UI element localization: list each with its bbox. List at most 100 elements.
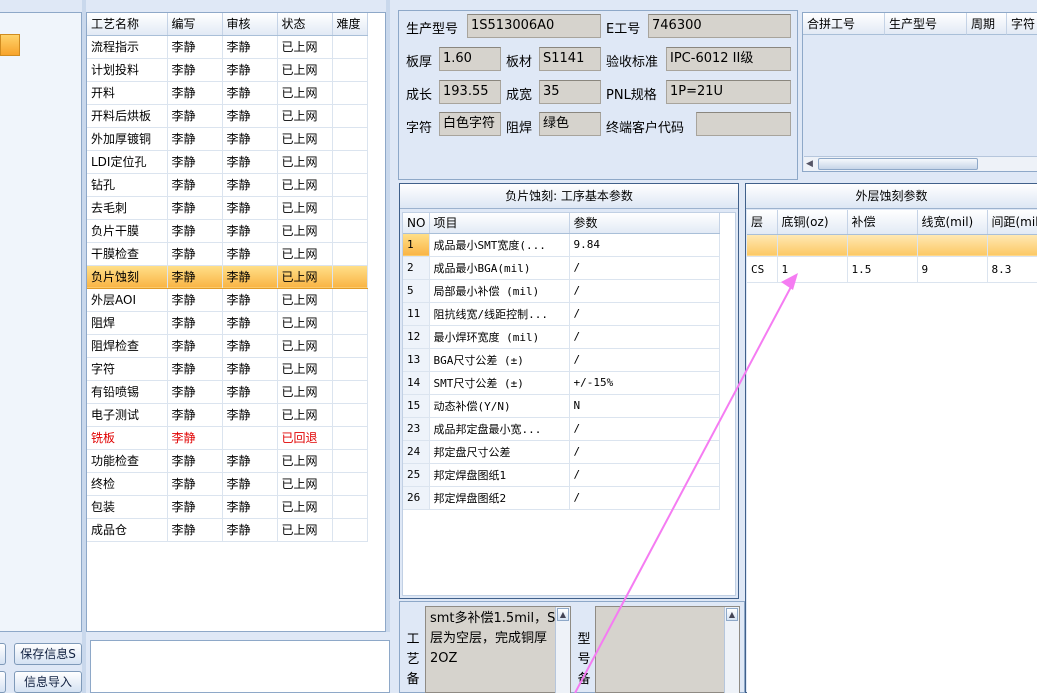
e-no-field[interactable]: 746300	[648, 14, 791, 38]
customer-code-field[interactable]	[696, 112, 791, 136]
width-field[interactable]: 35	[539, 80, 601, 104]
process-row[interactable]: 钻孔 李静 李静 已上网	[87, 173, 368, 197]
process-cell-4[interactable]	[332, 150, 368, 174]
model-remark-scrollbar[interactable]: ▲	[724, 607, 739, 693]
process-cell-3[interactable]: 已上网	[277, 150, 333, 174]
param-cell-0[interactable]: 24	[403, 440, 430, 464]
process-cell-1[interactable]: 李静	[167, 219, 223, 243]
process-cell-3[interactable]: 已上网	[277, 288, 333, 312]
param-cell-0[interactable]: 11	[403, 302, 430, 326]
param-cell-0[interactable]: 26	[403, 486, 430, 510]
process-cell-4[interactable]	[332, 380, 368, 404]
param-cell-2[interactable]: /	[569, 279, 720, 303]
process-cell-2[interactable]: 李静	[222, 150, 278, 174]
process-header-4[interactable]: 难度	[332, 13, 368, 36]
process-cell-3[interactable]: 已上网	[277, 104, 333, 128]
process-cell-0[interactable]: 阻焊	[87, 311, 168, 335]
process-cell-3[interactable]: 已上网	[277, 357, 333, 381]
process-cell-0[interactable]: 阻焊检查	[87, 334, 168, 358]
process-cell-3[interactable]: 已上网	[277, 127, 333, 151]
process-cell-4[interactable]	[332, 81, 368, 105]
process-cell-4[interactable]	[332, 472, 368, 496]
outer-cell-2[interactable]: 1.5	[847, 256, 918, 283]
param-header-1[interactable]: 项目	[429, 213, 570, 234]
process-cell-4[interactable]	[332, 288, 368, 312]
process-cell-1[interactable]: 李静	[167, 58, 223, 82]
process-cell-4[interactable]	[332, 173, 368, 197]
process-cell-0[interactable]: 负片蚀刻	[87, 265, 168, 289]
param-cell-1[interactable]: 邦定焊盘图纸2	[429, 486, 570, 510]
process-cell-4[interactable]	[332, 196, 368, 220]
param-cell-1[interactable]: 成品邦定盘最小宽...	[429, 417, 570, 441]
param-cell-1[interactable]: 邦定盘尺寸公差	[429, 440, 570, 464]
param-cell-0[interactable]: 5	[403, 279, 430, 303]
process-row[interactable]: 开料 李静 李静 已上网	[87, 81, 368, 105]
outer-row[interactable]: CS 1 1.5 9 8.3	[747, 256, 1037, 283]
process-cell-3[interactable]: 已上网	[277, 242, 333, 266]
process-cell-3[interactable]: 已上网	[277, 265, 333, 289]
process-cell-0[interactable]: 开料后烘板	[87, 104, 168, 128]
process-cell-2[interactable]: 李静	[222, 357, 278, 381]
process-cell-3[interactable]: 已上网	[277, 495, 333, 519]
process-cell-1[interactable]: 李静	[167, 150, 223, 174]
param-row[interactable]: 5 局部最小补偿 (mil) /	[403, 279, 720, 303]
process-cell-2[interactable]: 李静	[222, 403, 278, 427]
process-cell-0[interactable]: 负片干膜	[87, 219, 168, 243]
process-cell-3[interactable]: 已上网	[277, 81, 333, 105]
process-row[interactable]: 功能检查 李静 李静 已上网	[87, 449, 368, 473]
mask-field[interactable]: 绿色	[539, 112, 601, 136]
process-cell-1[interactable]: 李静	[167, 104, 223, 128]
process-cell-2[interactable]: 李静	[222, 518, 278, 542]
process-header-3[interactable]: 状态	[277, 13, 333, 36]
process-cell-2[interactable]: 李静	[222, 219, 278, 243]
process-cell-0[interactable]: 钻孔	[87, 173, 168, 197]
process-cell-0[interactable]: 计划投料	[87, 58, 168, 82]
param-row[interactable]: 26 邦定焊盘图纸2/	[403, 486, 720, 510]
process-cell-0[interactable]: 干膜检查	[87, 242, 168, 266]
process-cell-4[interactable]	[332, 265, 368, 289]
process-cell-0[interactable]: 功能检查	[87, 449, 168, 473]
process-header-0[interactable]: 工艺名称	[87, 13, 168, 36]
process-cell-0[interactable]: 电子测试	[87, 403, 168, 427]
outer-header-1[interactable]: 底铜(oz)	[777, 210, 848, 235]
process-cell-0[interactable]: 终检	[87, 472, 168, 496]
process-row[interactable]: 计划投料 李静 李静 已上网	[87, 58, 368, 82]
process-cell-1[interactable]: 李静	[167, 196, 223, 220]
process-cell-1[interactable]: 李静	[167, 495, 223, 519]
combine-grid[interactable]: 合拼工号 生产型号 周期 字符	[802, 12, 1037, 172]
process-cell-1[interactable]: 李静	[167, 265, 223, 289]
process-cell-3[interactable]: 已上网	[277, 472, 333, 496]
process-row[interactable]: 终检 李静 李静 已上网	[87, 472, 368, 496]
param-row[interactable]: 15 动态补偿(Y/N) N	[403, 394, 720, 418]
outer-header-3[interactable]: 线宽(mil)	[917, 210, 988, 235]
process-cell-0[interactable]: 成品仓	[87, 518, 168, 542]
param-cell-2[interactable]: +/-15%	[569, 371, 720, 395]
process-cell-0[interactable]: 有铅喷锡	[87, 380, 168, 404]
outer-cell-4[interactable]: 8.3	[987, 256, 1037, 283]
process-remark-scrollbar[interactable]: ▲	[555, 607, 570, 693]
param-cell-1[interactable]: BGA尺寸公差 (±)	[429, 348, 570, 372]
process-cell-2[interactable]: 李静	[222, 173, 278, 197]
process-row[interactable]: 外加厚镀铜 李静 李静 已上网	[87, 127, 368, 151]
process-cell-2[interactable]: 李静	[222, 104, 278, 128]
process-cell-2[interactable]: 李静	[222, 196, 278, 220]
process-cell-1[interactable]: 李静	[167, 288, 223, 312]
process-cell-4[interactable]	[332, 104, 368, 128]
param-cell-2[interactable]: N	[569, 394, 720, 418]
process-cell-1[interactable]: 李静	[167, 403, 223, 427]
process-row[interactable]: 电子测试 李静 李静 已上网	[87, 403, 368, 427]
param-cell-0[interactable]: 13	[403, 348, 430, 372]
process-cell-0[interactable]: 字符	[87, 357, 168, 381]
splitter-middle[interactable]	[386, 0, 390, 632]
hidden-button-stub-2[interactable]	[0, 671, 6, 693]
process-row[interactable]: 包装 李静 李静 已上网	[87, 495, 368, 519]
outer-etch-grid[interactable]: 层底铜(oz)补偿线宽(mil)间距(mil) CS11.598.3	[747, 210, 1037, 693]
process-cell-0[interactable]: 开料	[87, 81, 168, 105]
param-cell-0[interactable]: 12	[403, 325, 430, 349]
combine-header-char[interactable]: 字符	[1007, 13, 1037, 35]
notes-textarea[interactable]	[90, 640, 390, 693]
length-field[interactable]: 193.55	[439, 80, 501, 104]
outer-header-0[interactable]: 层	[747, 210, 778, 235]
process-row[interactable]: 干膜检查 李静 李静 已上网	[87, 242, 368, 266]
param-row[interactable]: 11 阻抗线宽/线距控制... /	[403, 302, 720, 326]
